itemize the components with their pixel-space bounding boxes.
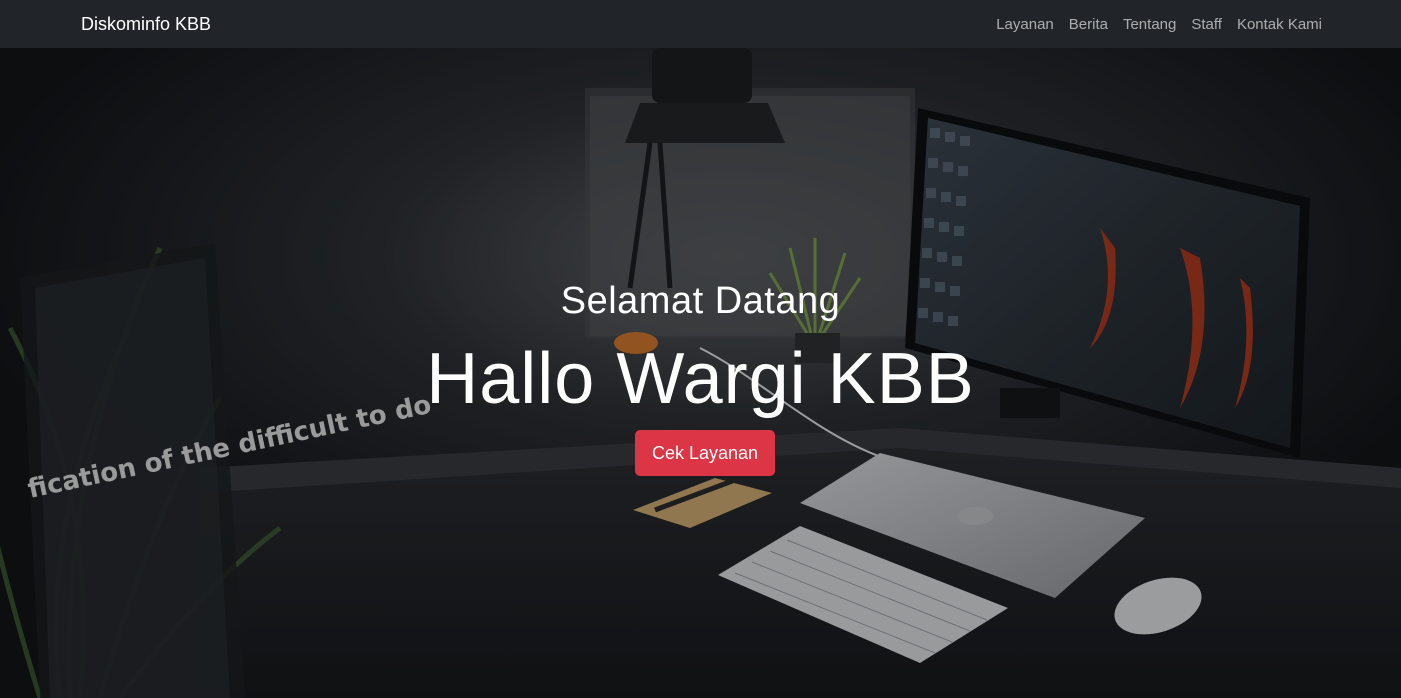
nav-link-staff[interactable]: Staff	[1191, 16, 1222, 33]
nav-link-layanan[interactable]: Layanan	[996, 16, 1054, 33]
hero-subtitle: Selamat Datang	[560, 280, 841, 322]
top-navbar: Diskominfo KBB Layanan Berita Tentang St…	[0, 0, 1401, 48]
nav-link-tentang[interactable]: Tentang	[1123, 16, 1176, 33]
hero-content: Selamat Datang Hallo Wargi KBB Cek Layan…	[0, 48, 1401, 698]
brand-link[interactable]: Diskominfo KBB	[81, 14, 211, 35]
nav-link-berita[interactable]: Berita	[1069, 16, 1108, 33]
nav-link-kontak-kami[interactable]: Kontak Kami	[1237, 16, 1322, 33]
nav-menu: Layanan Berita Tentang Staff Kontak Kami	[996, 16, 1322, 33]
hero-title: Hallo Wargi KBB	[426, 339, 975, 419]
cek-layanan-button[interactable]: Cek Layanan	[635, 430, 775, 476]
